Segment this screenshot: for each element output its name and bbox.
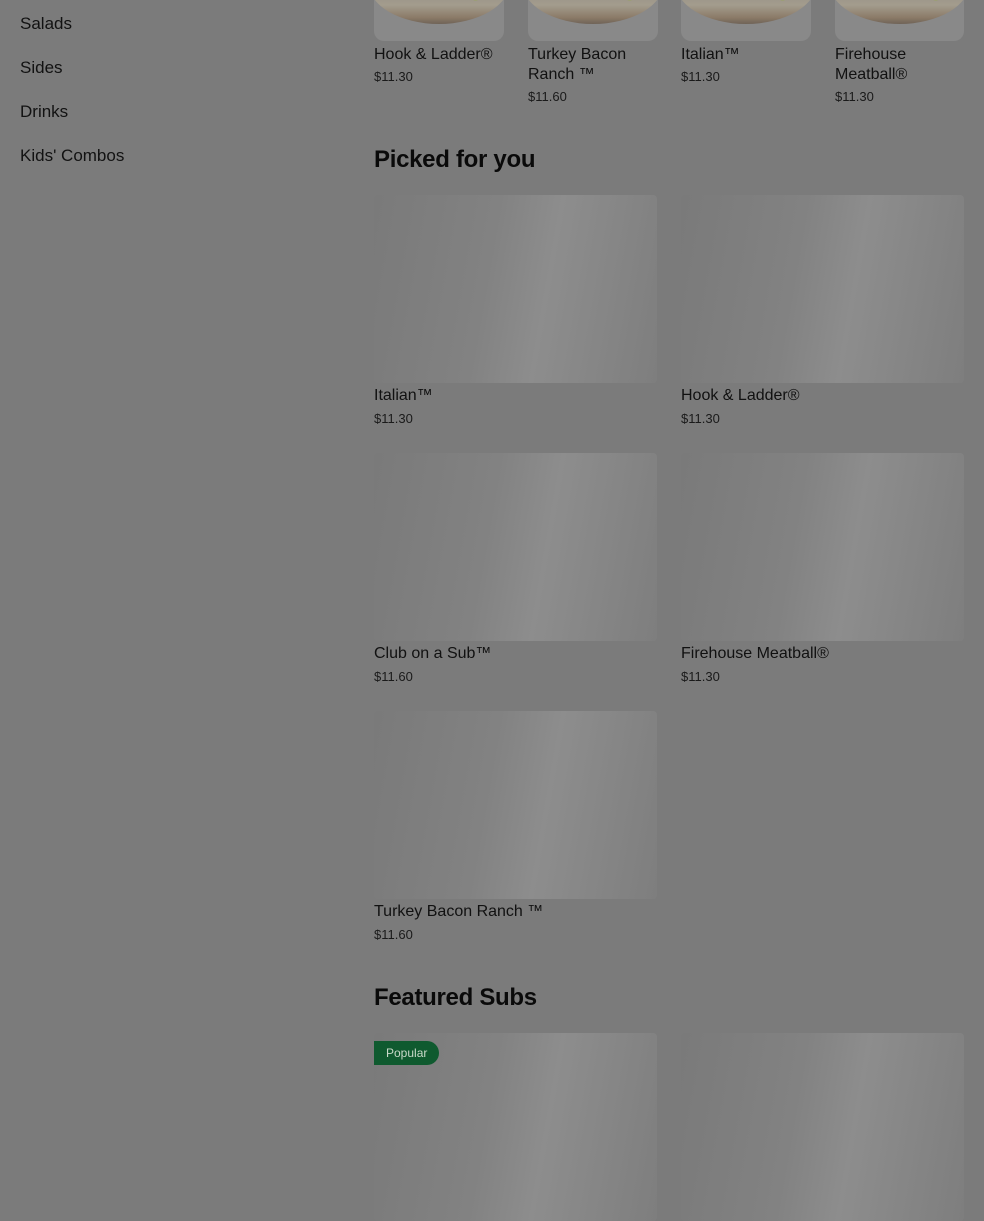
product-card-firehouse-meatball[interactable]: Firehouse Meatball® $11.30: [681, 453, 964, 684]
product-name: Turkey Bacon Ranch ™: [374, 903, 544, 920]
product-image: [374, 453, 657, 641]
product-name: Club on a Sub™: [374, 645, 492, 662]
product-price: $11.30: [681, 669, 720, 684]
product-price: $11.60: [374, 669, 413, 684]
product-name: Italian™: [681, 46, 740, 63]
product-image: [528, 0, 658, 41]
popular-badge: Popular: [374, 1041, 440, 1065]
product-name: Hook & Ladder®: [374, 46, 493, 63]
product-image: [374, 0, 504, 41]
product-card-italian[interactable]: Italian™ $11.30: [374, 195, 657, 426]
featured-card-1[interactable]: Popular: [374, 1033, 657, 1221]
product-name: Turkey Bacon Ranch ™: [528, 46, 627, 83]
product-image: [681, 195, 964, 383]
top-card-hook-ladder[interactable]: Hook & Ladder® $11.30: [374, 0, 504, 84]
product-price: $11.30: [681, 411, 720, 426]
product-image: [681, 453, 964, 641]
section-title-picked-for-you: Picked for you: [374, 146, 536, 173]
product-name: Firehouse Meatball®: [681, 645, 829, 662]
product-price: $11.30: [835, 89, 874, 104]
product-price: $11.30: [374, 69, 413, 84]
product-image: [374, 711, 657, 899]
product-image: [835, 0, 964, 41]
sidebar-item-drinks[interactable]: Drinks: [20, 102, 68, 122]
top-card-turkey-bacon-ranch[interactable]: Turkey Bacon Ranch ™ $11.60: [528, 0, 658, 104]
product-price: $11.60: [374, 927, 413, 942]
product-card-hook-ladder[interactable]: Hook & Ladder® $11.30: [681, 195, 964, 426]
product-card-turkey-bacon-ranch[interactable]: Turkey Bacon Ranch ™ $11.60: [374, 711, 657, 942]
product-name: Italian™: [374, 387, 433, 404]
product-price: $11.30: [374, 411, 413, 426]
product-price: $11.30: [681, 69, 720, 84]
sidebar-item-salads[interactable]: Salads: [20, 14, 72, 34]
top-card-italian[interactable]: Italian™ $11.30: [681, 0, 811, 84]
section-title-featured-subs: Featured Subs: [374, 984, 537, 1011]
product-card-club-on-a-sub[interactable]: Club on a Sub™ $11.60: [374, 453, 657, 684]
product-image: Popular: [374, 1033, 657, 1221]
sidebar-item-kids-combos[interactable]: Kids' Combos: [20, 146, 124, 166]
product-image: [681, 1033, 964, 1221]
top-card-firehouse-meatball[interactable]: Firehouse Meatball® $11.30: [835, 0, 964, 104]
sidebar-item-sides[interactable]: Sides: [20, 58, 63, 78]
product-image: [374, 195, 657, 383]
product-name: Firehouse Meatball®: [835, 46, 908, 83]
product-price: $11.60: [528, 89, 567, 104]
product-image: [681, 0, 811, 41]
featured-card-2[interactable]: [681, 1033, 964, 1221]
product-name: Hook & Ladder®: [681, 387, 800, 404]
